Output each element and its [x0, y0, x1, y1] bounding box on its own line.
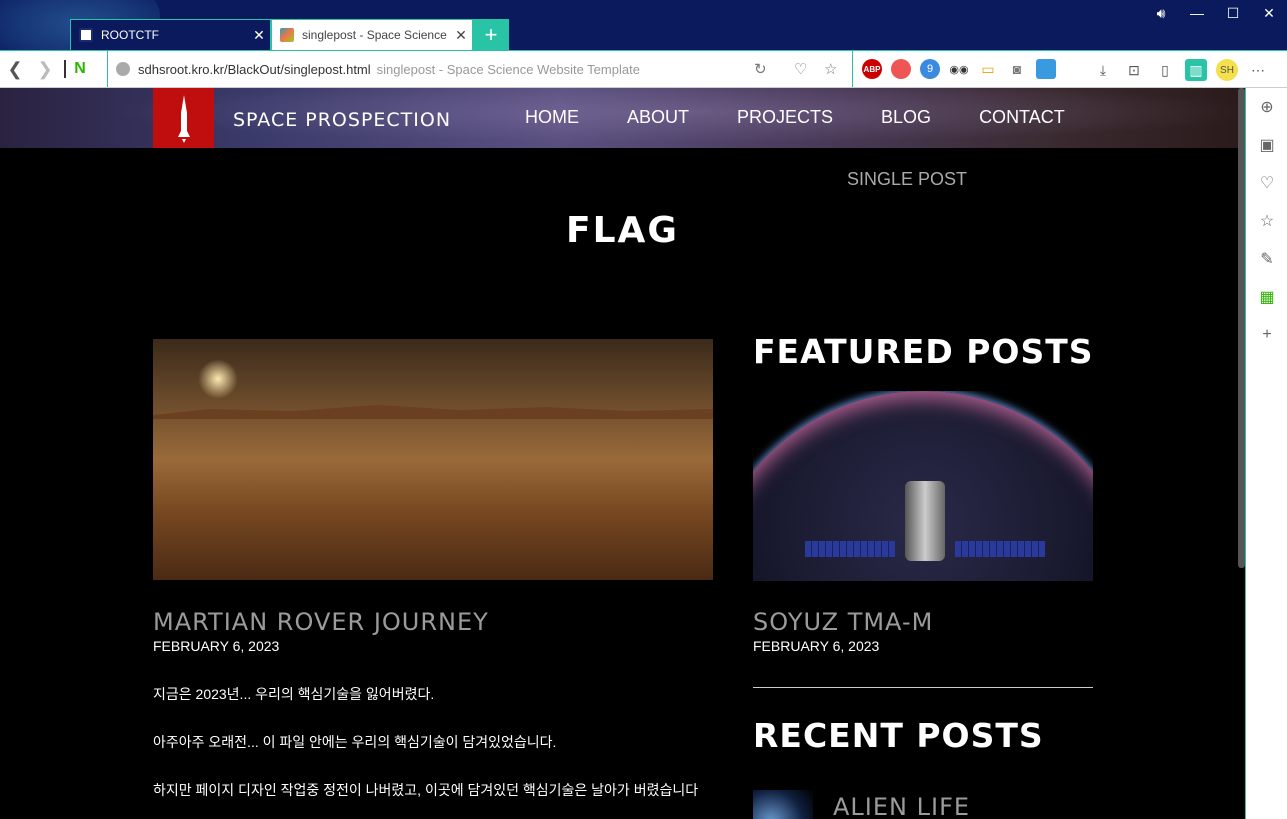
url-text: sdhsroot.kro.kr/BlackOut/singlepost.html	[138, 61, 371, 77]
solar-panel	[805, 541, 895, 557]
nav-about[interactable]: ABOUT	[627, 107, 689, 128]
translate-icon[interactable]: 9	[920, 59, 940, 79]
tab-singlepost[interactable]: singlepost - Space Science ✕	[271, 19, 473, 50]
nav-home[interactable]: HOME	[525, 107, 579, 128]
extension-icons: ABP 9 ◉◉ ▭ ◙	[862, 59, 1056, 79]
more-menu-icon[interactable]: ⋯	[1247, 59, 1269, 81]
tab-rootctf[interactable]: ROOTCTF ✕	[70, 19, 271, 50]
browser-sidebar: ⊕ ▣ ♡ ☆ ✎ ▦ +	[1245, 88, 1287, 819]
reader-icon[interactable]: ▯	[1154, 59, 1176, 81]
featured-post-title[interactable]: SOYUZ TMA-M	[753, 608, 933, 636]
featured-post-date: FEBRUARY 6, 2023	[753, 638, 880, 654]
rocket-logo-icon[interactable]	[153, 88, 214, 148]
recent-post-thumbnail[interactable]	[753, 790, 813, 819]
divider	[753, 687, 1093, 688]
browser-tools: ⤓ ⊡ ▯ ▥ SH ⋯	[1092, 59, 1269, 81]
calculator-icon[interactable]: ▣	[1246, 126, 1287, 164]
scrollbar[interactable]	[1238, 88, 1245, 568]
page-title: FLAG	[566, 210, 679, 251]
adblock-icon[interactable]: ABP	[862, 59, 882, 79]
station-core	[905, 481, 945, 561]
post-paragraph: 지금은 2023년... 우리의 핵심기술을 잃어버렸다.	[153, 686, 435, 702]
new-tab-button[interactable]: +	[473, 19, 509, 50]
browser-window: ROOTCTF ✕ singlepost - Space Science ✕ +…	[0, 0, 1287, 819]
zoom-icon[interactable]: ⊕	[1246, 88, 1287, 126]
speaker-icon[interactable]: 🔊︎	[1143, 0, 1179, 26]
download-icon[interactable]: ⤓	[1092, 59, 1114, 81]
mask-icon[interactable]: ◉◉	[949, 59, 969, 79]
tab-title: ROOTCTF	[101, 28, 159, 42]
naver-icon[interactable]: N	[64, 60, 94, 78]
url-page-title: singlepost - Space Science Website Templ…	[376, 61, 640, 77]
image-icon[interactable]	[1036, 59, 1056, 79]
title-bar: ROOTCTF ✕ singlepost - Space Science ✕ +…	[0, 0, 1287, 50]
add-icon[interactable]: +	[1246, 316, 1287, 354]
tab-title: singlepost - Space Science	[302, 28, 447, 42]
notes-icon[interactable]: ✎	[1246, 240, 1287, 278]
nav-blog[interactable]: BLOG	[881, 107, 931, 128]
tab-favicon	[79, 28, 93, 42]
close-icon[interactable]: ✕	[450, 27, 472, 44]
nav-projects[interactable]: PROJECTS	[737, 107, 833, 128]
camera-icon[interactable]: ◙	[1007, 59, 1027, 79]
main-nav: HOME ABOUT PROJECTS BLOG CONTACT	[525, 107, 1113, 128]
tab-favicon	[280, 28, 294, 42]
star-icon[interactable]: ☆	[824, 60, 837, 78]
solar-panel	[955, 541, 1045, 557]
forward-button[interactable]: ❯	[30, 51, 60, 87]
spreadsheet-icon[interactable]: ▦	[1246, 278, 1287, 316]
close-icon[interactable]: ✕	[248, 27, 270, 44]
close-window-button[interactable]: ✕	[1251, 0, 1287, 26]
breadcrumb: SINGLE POST	[847, 169, 968, 189]
mountain-ridge	[153, 405, 713, 419]
featured-post-image	[753, 391, 1093, 581]
address-bar: ❮ ❯ N sdhsroot.kro.kr/BlackOut/singlepos…	[0, 50, 1287, 88]
post-paragraph: 하지만 페이지 디자인 작업중 정전이 나버렸고, 이곳에 담겨있던 핵심기술은…	[153, 782, 699, 798]
window-controls: 🔊︎ — ☐ ✕	[1143, 0, 1287, 26]
post-title[interactable]: MARTIAN ROVER JOURNEY	[153, 608, 489, 636]
space-station-shape	[805, 481, 1045, 561]
extension-icon[interactable]	[891, 59, 911, 79]
post-image	[153, 339, 713, 580]
sidebar-toggle-icon[interactable]: ▥	[1185, 59, 1207, 81]
nav-contact[interactable]: CONTACT	[979, 107, 1065, 128]
pocket-icon[interactable]: ♡	[794, 60, 807, 78]
pocket-icon[interactable]: ♡	[1246, 164, 1287, 202]
post-date: FEBRUARY 6, 2023	[153, 638, 280, 654]
url-field[interactable]: sdhsroot.kro.kr/BlackOut/singlepost.html…	[107, 51, 853, 87]
post-paragraph: 아주아주 오래전... 이 파일 안에는 우리의 핵심기술이 담겨있었습니다.	[153, 734, 557, 750]
minimize-button[interactable]: —	[1179, 0, 1215, 26]
reload-icon[interactable]: ↻	[754, 60, 767, 78]
back-button[interactable]: ❮	[0, 51, 30, 87]
profile-avatar[interactable]: SH	[1216, 59, 1238, 81]
capture-icon[interactable]: ⊡	[1123, 59, 1145, 81]
site-info-icon[interactable]	[116, 62, 130, 76]
web-page: SPACE PROSPECTION HOME ABOUT PROJECTS BL…	[0, 88, 1245, 819]
site-brand[interactable]: SPACE PROSPECTION	[233, 109, 451, 131]
folder-icon[interactable]: ▭	[978, 59, 998, 79]
maximize-button[interactable]: ☐	[1215, 0, 1251, 26]
sun-glow	[198, 359, 238, 399]
featured-posts-heading: FEATURED POSTS	[753, 332, 1094, 371]
recent-posts-heading: RECENT POSTS	[753, 716, 1044, 755]
star-icon[interactable]: ☆	[1246, 202, 1287, 240]
recent-post-title[interactable]: ALIEN LIFE	[833, 793, 970, 819]
